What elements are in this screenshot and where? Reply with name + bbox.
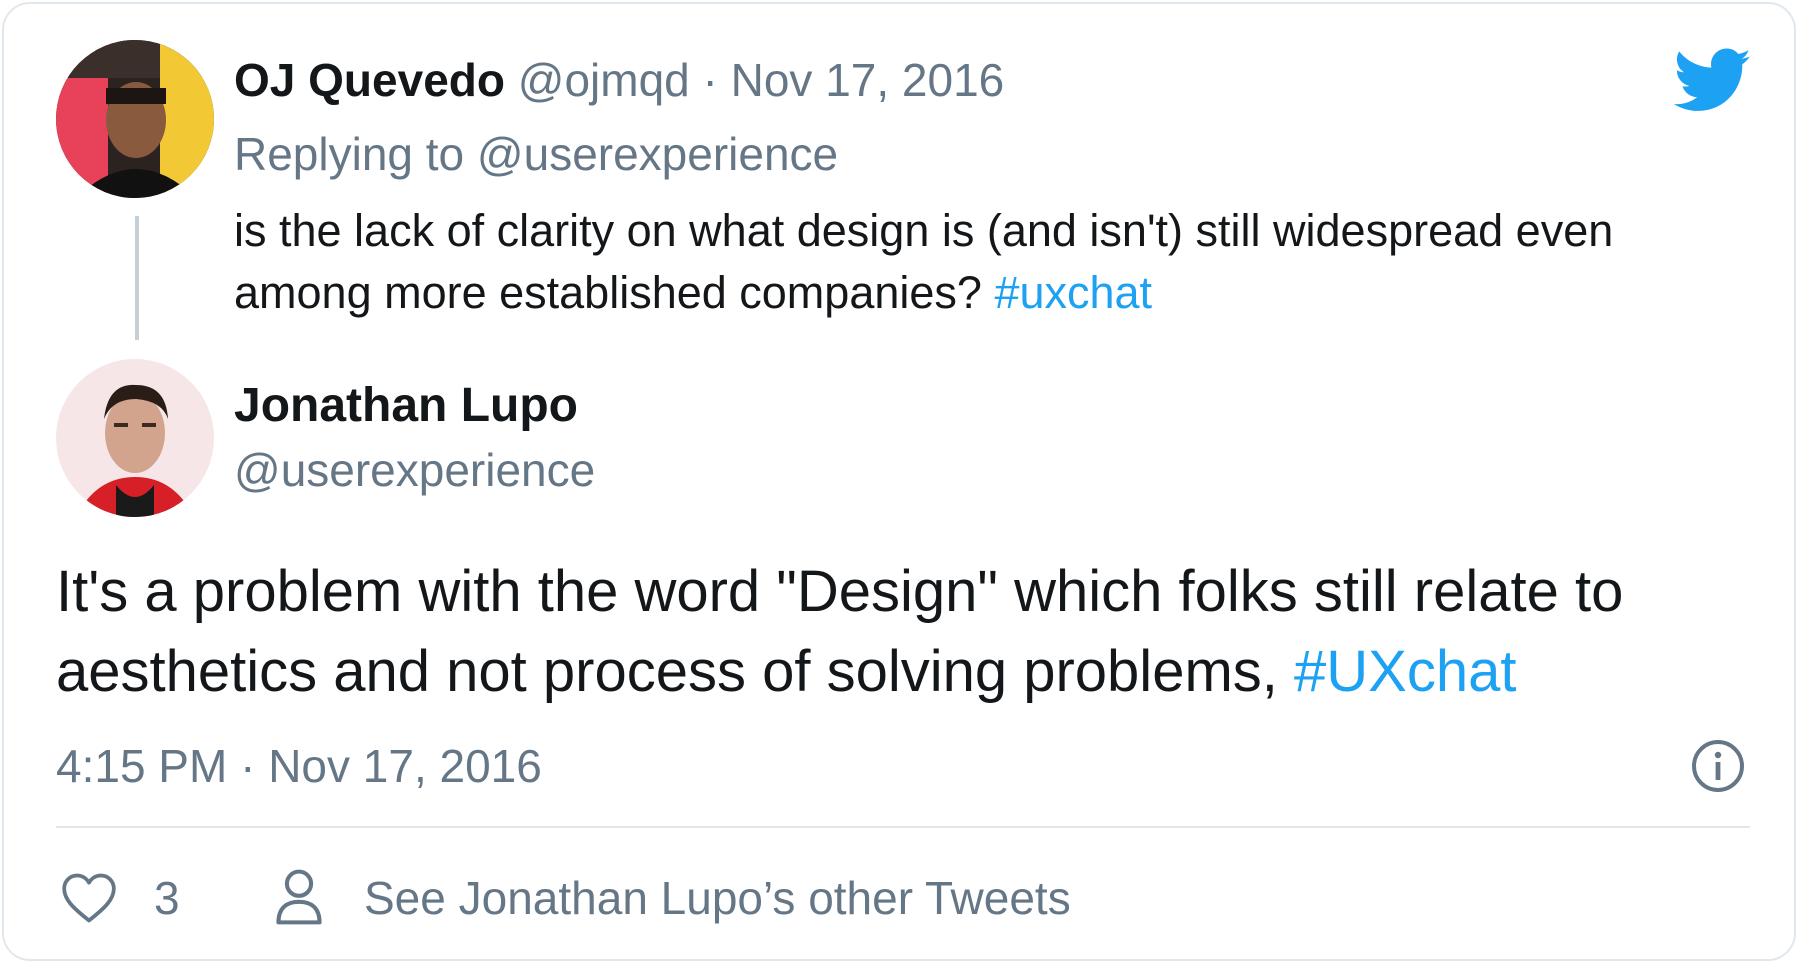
parent-tweet-date[interactable]: Nov 17, 2016 (731, 54, 1005, 106)
like-count[interactable]: 3 (154, 868, 180, 928)
see-other-tweets-link[interactable]: See Jonathan Lupo’s other Tweets (364, 868, 1071, 928)
avatar-oj-quevedo[interactable] (56, 40, 214, 198)
parent-author-name[interactable]: OJ Quevedo (234, 54, 505, 106)
avatar-image (56, 40, 214, 198)
main-tweet-text: It's a problem with the word "Design" wh… (56, 552, 1776, 712)
avatar-image (56, 359, 214, 517)
replying-to-handle[interactable]: @userexperience (477, 128, 838, 180)
action-divider (56, 826, 1750, 828)
main-author-name[interactable]: Jonathan Lupo (234, 376, 578, 436)
tweet-timestamp[interactable]: 4:15 PM · Nov 17, 2016 (56, 736, 542, 796)
tweet-embed-card: OJ Quevedo @ojmqd · Nov 17, 2016 Replyin… (2, 2, 1796, 961)
replying-prefix: Replying to (234, 128, 465, 180)
parent-tweet-header: OJ Quevedo @ojmqd · Nov 17, 2016 (234, 50, 1004, 110)
thread-connector-line (135, 216, 139, 340)
parent-hashtag-link[interactable]: #uxchat (994, 267, 1152, 318)
twitter-bird-icon[interactable] (1674, 48, 1752, 114)
main-author-handle[interactable]: @userexperience (234, 440, 595, 500)
heart-icon[interactable] (60, 872, 118, 924)
header-separator: · (702, 54, 718, 106)
parent-author-handle[interactable]: @ojmqd (518, 54, 690, 106)
person-icon (276, 869, 322, 925)
parent-tweet-body: is the lack of clarity on what design is… (234, 205, 1614, 318)
parent-tweet-text: is the lack of clarity on what design is… (234, 200, 1734, 324)
info-icon[interactable] (1690, 738, 1746, 794)
main-hashtag-link[interactable]: #UXchat (1294, 639, 1516, 704)
replying-to-line: Replying to @userexperience (234, 124, 838, 184)
avatar-jonathan-lupo[interactable] (56, 359, 214, 517)
